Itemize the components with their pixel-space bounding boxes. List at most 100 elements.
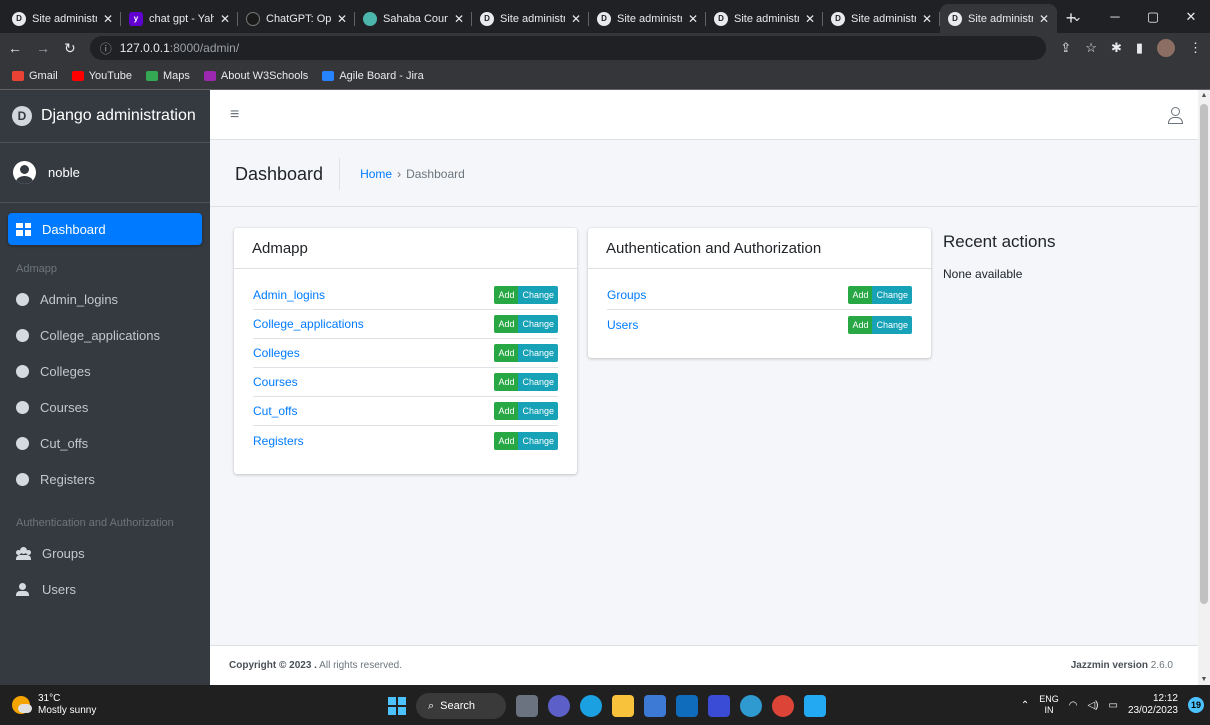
add-button[interactable]: Add bbox=[494, 431, 519, 450]
add-button[interactable]: Add bbox=[848, 315, 873, 334]
scroll-up-icon[interactable]: ▲ bbox=[1198, 92, 1210, 99]
restore-button[interactable]: ▢ bbox=[1134, 9, 1172, 25]
app-icon[interactable] bbox=[708, 695, 730, 717]
add-button[interactable]: Add bbox=[494, 402, 519, 420]
volume-icon[interactable]: ◁) bbox=[1087, 700, 1098, 711]
tab-close-icon[interactable]: ✕ bbox=[454, 12, 464, 26]
user-menu-icon[interactable] bbox=[1168, 106, 1183, 124]
url-input[interactable]: ⓘ 127.0.0.1:8000/admin/ bbox=[89, 36, 1047, 60]
teams-chat-icon[interactable] bbox=[548, 695, 570, 717]
add-button[interactable]: Add bbox=[494, 373, 519, 391]
change-button[interactable]: Change bbox=[872, 286, 912, 304]
change-button[interactable]: Change bbox=[518, 286, 558, 304]
scrollbar-thumb[interactable] bbox=[1200, 104, 1208, 604]
breadcrumb-home-link[interactable]: Home bbox=[360, 167, 392, 181]
model-link[interactable]: Admin_logins bbox=[253, 288, 325, 302]
weather-widget[interactable]: 31°C Mostly sunny bbox=[0, 693, 200, 717]
tray-overflow-icon[interactable]: ⌃ bbox=[1021, 700, 1029, 711]
sidebar-item-college_applications[interactable]: College_applications bbox=[8, 319, 202, 351]
tab-close-icon[interactable]: ✕ bbox=[337, 12, 347, 26]
file-explorer-icon[interactable] bbox=[612, 695, 634, 717]
sidebar-item-admin_logins[interactable]: Admin_logins bbox=[8, 283, 202, 315]
hamburger-menu-icon[interactable]: ≡ bbox=[230, 106, 239, 124]
browser-tab[interactable]: D Site administr ✕ bbox=[589, 4, 706, 33]
browser-tab[interactable]: D Site administr ✕ bbox=[4, 4, 121, 33]
bookmark-item[interactable]: Agile Board - Jira bbox=[322, 70, 424, 82]
user-panel[interactable]: noble bbox=[0, 143, 210, 203]
tab-search-icon[interactable]: ⌄ bbox=[1058, 9, 1096, 25]
add-button[interactable]: Add bbox=[494, 286, 519, 304]
tab-close-icon[interactable]: ✕ bbox=[688, 12, 698, 26]
share-icon[interactable]: ⇪ bbox=[1060, 40, 1071, 56]
store-icon[interactable] bbox=[644, 695, 666, 717]
edge-icon[interactable] bbox=[580, 695, 602, 717]
browser-tab[interactable]: ChatGPT: Opti ✕ bbox=[238, 4, 355, 33]
site-info-icon[interactable]: ⓘ bbox=[100, 40, 112, 57]
extensions-icon[interactable]: ✱ bbox=[1111, 40, 1122, 56]
change-button[interactable]: Change bbox=[518, 402, 558, 420]
chrome-icon[interactable] bbox=[772, 695, 794, 717]
sidebar-item-users[interactable]: Users bbox=[8, 573, 202, 605]
bookmark-item[interactable]: YouTube bbox=[71, 70, 132, 82]
vscode-icon[interactable] bbox=[804, 695, 826, 717]
change-button[interactable]: Change bbox=[518, 431, 558, 450]
model-link[interactable]: Courses bbox=[253, 375, 298, 389]
model-link[interactable]: Cut_offs bbox=[253, 404, 297, 418]
clock[interactable]: 12:12 23/02/2023 bbox=[1128, 693, 1178, 717]
browser-tab[interactable]: D Site administr ✕ bbox=[472, 4, 589, 33]
tab-close-icon[interactable]: ✕ bbox=[220, 12, 230, 26]
sidepanel-icon[interactable]: ▮ bbox=[1136, 40, 1143, 56]
browser-tab[interactable]: y chat gpt - Yah ✕ bbox=[121, 4, 238, 33]
add-button[interactable]: Add bbox=[494, 344, 519, 362]
language-indicator[interactable]: ENG IN bbox=[1039, 694, 1059, 716]
tab-close-icon[interactable]: ✕ bbox=[1039, 12, 1049, 26]
task-view-icon[interactable] bbox=[516, 695, 538, 717]
browser-tab[interactable]: D Site administr ✕ bbox=[706, 4, 823, 33]
mail-icon[interactable] bbox=[676, 695, 698, 717]
sidebar-item-dashboard[interactable]: Dashboard bbox=[8, 213, 202, 245]
model-link[interactable]: Colleges bbox=[253, 346, 300, 360]
brand-link[interactable]: D Django administration bbox=[0, 90, 210, 143]
back-button[interactable]: ← bbox=[8, 40, 22, 56]
tab-close-icon[interactable]: ✕ bbox=[805, 12, 815, 26]
model-link[interactable]: Registers bbox=[253, 434, 304, 448]
browser-tab[interactable]: Sahaba Count ✕ bbox=[355, 4, 472, 33]
tab-close-icon[interactable]: ✕ bbox=[571, 12, 581, 26]
bookmark-item[interactable]: Maps bbox=[145, 70, 190, 82]
add-button[interactable]: Add bbox=[848, 286, 873, 304]
page-scrollbar[interactable]: ▲ ▼ bbox=[1198, 90, 1210, 685]
notification-badge[interactable]: 19 bbox=[1188, 697, 1204, 713]
profile-avatar[interactable] bbox=[1157, 39, 1175, 57]
sidebar-item-groups[interactable]: Groups bbox=[8, 537, 202, 569]
browser-tab[interactable]: D Site administr ✕ bbox=[940, 4, 1057, 33]
minimize-button[interactable]: ─ bbox=[1096, 9, 1134, 24]
windows-start-icon[interactable] bbox=[388, 697, 406, 715]
taskbar-search[interactable]: ⌕ Search bbox=[416, 693, 506, 719]
change-button[interactable]: Change bbox=[518, 315, 558, 333]
bookmark-item[interactable]: Gmail bbox=[12, 70, 58, 82]
menu-icon[interactable]: ⋮ bbox=[1189, 40, 1202, 56]
tab-close-icon[interactable]: ✕ bbox=[103, 12, 113, 26]
change-button[interactable]: Change bbox=[518, 373, 558, 391]
sidebar-item-cut_offs[interactable]: Cut_offs bbox=[8, 427, 202, 459]
wifi-icon[interactable]: ◠ bbox=[1069, 700, 1078, 711]
tab-close-icon[interactable]: ✕ bbox=[922, 12, 932, 26]
close-window-button[interactable]: ✕ bbox=[1172, 9, 1210, 25]
scroll-down-icon[interactable]: ▼ bbox=[1198, 676, 1210, 683]
model-link[interactable]: College_applications bbox=[253, 317, 364, 331]
bookmark-star-icon[interactable]: ☆ bbox=[1085, 40, 1097, 56]
browser-tab[interactable]: D Site administr ✕ bbox=[823, 4, 940, 33]
sidebar-item-colleges[interactable]: Colleges bbox=[8, 355, 202, 387]
forward-button[interactable]: → bbox=[36, 40, 50, 56]
change-button[interactable]: Change bbox=[872, 315, 912, 334]
model-link[interactable]: Groups bbox=[607, 288, 646, 302]
reload-button[interactable]: ↻ bbox=[64, 40, 76, 57]
chrome-canary-icon[interactable] bbox=[740, 695, 762, 717]
sidebar-item-registers[interactable]: Registers bbox=[8, 463, 202, 495]
add-button[interactable]: Add bbox=[494, 315, 519, 333]
bookmark-item[interactable]: About W3Schools bbox=[203, 70, 308, 82]
battery-icon[interactable]: ▭ bbox=[1108, 700, 1117, 711]
model-link[interactable]: Users bbox=[607, 318, 638, 332]
sidebar-item-courses[interactable]: Courses bbox=[8, 391, 202, 423]
change-button[interactable]: Change bbox=[518, 344, 558, 362]
